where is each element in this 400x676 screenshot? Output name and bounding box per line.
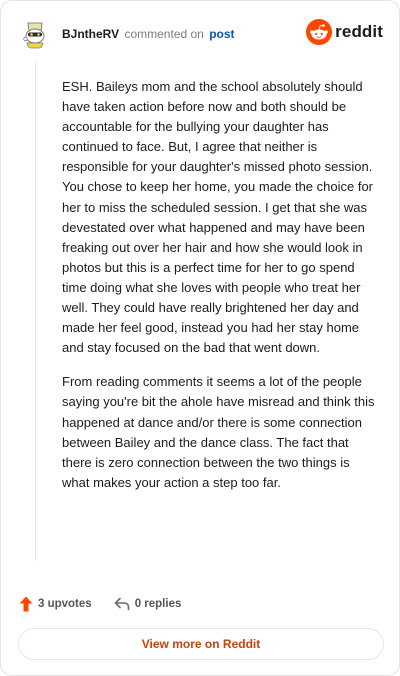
comment-actions: 3 upvotes 0 replies <box>19 594 181 614</box>
upvote-button[interactable]: 3 upvotes <box>19 596 92 612</box>
snoo-avatar-icon <box>19 17 51 49</box>
view-more-on-reddit-button[interactable]: View more on Reddit <box>18 628 384 660</box>
commented-on-text: commented on <box>124 27 204 41</box>
author-name[interactable]: BJntheRV <box>62 27 119 41</box>
comment-embed-card: BJntheRV commented on post reddit ESH. B… <box>0 0 400 676</box>
comment-body: ESH. Baileys mom and the school absolute… <box>62 77 380 507</box>
reply-button[interactable]: 0 replies <box>114 597 182 611</box>
reply-count: 0 replies <box>134 598 182 610</box>
comment-paragraph: From reading comments it seems a lot of … <box>62 374 375 490</box>
comment-header: BJntheRV commented on post reddit <box>19 17 383 51</box>
comment-paragraph: ESH. Baileys mom and the school absolute… <box>62 79 373 356</box>
upvote-arrow-icon <box>19 596 33 612</box>
post-link[interactable]: post <box>209 27 234 41</box>
thread-line <box>35 61 36 561</box>
upvote-count: 3 upvotes <box>38 598 92 610</box>
reddit-brand[interactable]: reddit <box>306 19 383 45</box>
reply-arrow-icon <box>114 597 129 611</box>
reddit-logo-icon <box>306 19 333 45</box>
comment-byline: BJntheRV commented on post <box>62 27 235 41</box>
reddit-wordmark: reddit <box>335 22 383 41</box>
user-avatar[interactable] <box>19 17 51 49</box>
